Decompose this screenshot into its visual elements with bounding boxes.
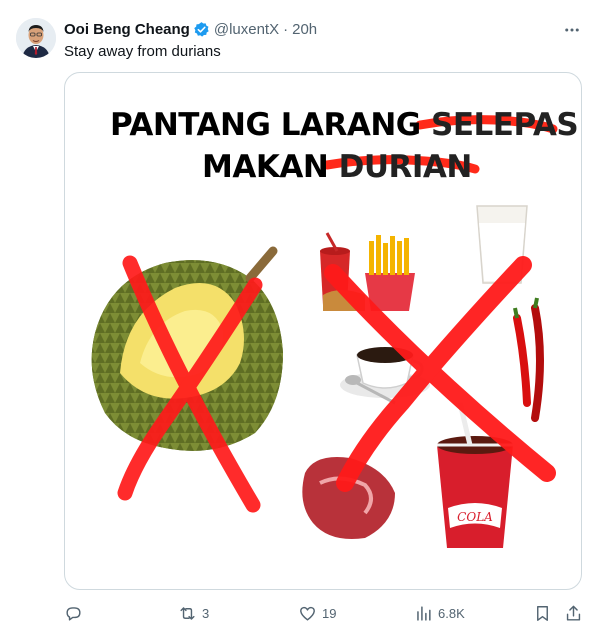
poster-text-pantang-larang: PANTANG LARANG <box>110 107 421 143</box>
heart-icon <box>300 606 315 621</box>
author-name[interactable]: Ooi Beng Cheang <box>64 21 190 38</box>
share-button[interactable] <box>564 602 583 624</box>
bookmark-icon <box>537 605 548 621</box>
poster-text-makan: MAKAN <box>202 149 329 185</box>
reply-icon <box>66 606 81 621</box>
timestamp[interactable]: 20h <box>292 21 317 38</box>
author-handle[interactable]: @luxentX <box>214 21 279 38</box>
views-count: 6.8K <box>438 605 465 621</box>
like-button[interactable]: 19 <box>298 602 336 624</box>
tweet[interactable]: Ooi Beng Cheang @luxentX · 20h Stay away… <box>0 0 598 628</box>
avatar[interactable] <box>16 18 56 58</box>
poster-text-struck-durian: DURIAN <box>338 149 473 185</box>
like-count: 19 <box>322 605 337 621</box>
verified-badge-icon <box>193 21 210 38</box>
svg-text:COLA: COLA <box>457 510 493 524</box>
tweet-header: Ooi Beng Cheang @luxentX · 20h <box>64 19 317 39</box>
views-bar-chart-icon <box>417 605 431 621</box>
more-horizontal-icon <box>565 28 579 32</box>
tweet-actions-bar: 3 19 6.8K <box>64 602 584 624</box>
share-icon <box>566 605 581 621</box>
poster-text-struck-selepas: SELEPAS <box>431 107 579 143</box>
poster-line-2: MAKAN DURIAN <box>202 149 472 185</box>
tweet-media-image[interactable]: COLA PANTANG LARANG SELEPAS MAKAN DURIAN <box>64 72 582 590</box>
bookmark-button[interactable] <box>533 602 552 624</box>
separator-dot: · <box>283 20 289 38</box>
poster-line-1: PANTANG LARANG SELEPAS <box>110 107 579 143</box>
retweet-count: 3 <box>202 605 210 621</box>
views-button[interactable]: 6.8K <box>414 602 465 624</box>
more-options-button[interactable] <box>560 18 584 42</box>
tweet-text: Stay away from durians <box>64 43 221 60</box>
reply-button[interactable] <box>64 602 88 624</box>
retweet-icon <box>180 606 195 620</box>
retweet-button[interactable]: 3 <box>178 602 209 624</box>
chili-peppers-illustration <box>513 297 544 422</box>
